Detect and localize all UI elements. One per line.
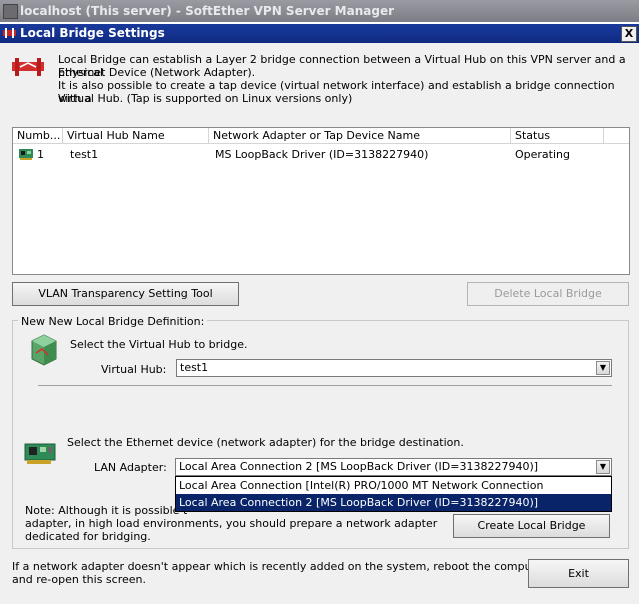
row-status: Operating — [515, 148, 570, 161]
bridge-list[interactable]: Numb... Virtual Hub Name Network Adapter… — [12, 127, 630, 275]
virtual-hub-label: Virtual Hub: — [101, 363, 167, 376]
chevron-down-icon[interactable]: ▼ — [596, 460, 610, 474]
column-header-adapter[interactable]: Network Adapter or Tap Device Name — [209, 128, 511, 144]
chevron-down-icon[interactable]: ▼ — [596, 361, 610, 375]
column-header-hub[interactable]: Virtual Hub Name — [63, 128, 209, 144]
column-header-filler — [604, 128, 629, 144]
device-prompt: Select the Ethernet device (network adap… — [67, 436, 464, 449]
row-hub-name: test1 — [70, 148, 99, 161]
row-adapter-name: MS LoopBack Driver (ID=3138227940) — [215, 148, 429, 161]
hub-prompt: Select the Virtual Hub to bridge. — [70, 338, 248, 351]
outer-window-titlebar: localhost (This server) - SoftEther VPN … — [0, 0, 639, 22]
lan-adapter-option[interactable]: Local Area Connection [Intel(R) PRO/1000… — [176, 477, 611, 509]
lan-adapter-dropdown[interactable]: Local Area Connection [Intel(R) PRO/1000… — [175, 476, 612, 512]
bridge-icon — [3, 28, 16, 38]
description-line-2: Ethernet Device (Network Adapter). — [58, 66, 256, 79]
lan-adapter-option-selected[interactable]: Local Area Connection 2 [MS LoopBack Dri… — [176, 494, 611, 511]
table-row[interactable]: 1 test1 MS LoopBack Driver (ID=313822794… — [13, 146, 629, 163]
row-number: 1 — [37, 148, 44, 161]
note-line-1: Note: Although it is possible t — [25, 504, 188, 517]
network-card-icon — [19, 149, 33, 160]
vlan-transparency-button[interactable]: VLAN Transparency Setting Tool — [12, 282, 239, 306]
column-header-status[interactable]: Status — [511, 128, 604, 144]
virtual-hub-value: test1 — [180, 361, 209, 374]
note-line-3: dedicated for bridging. — [25, 530, 151, 543]
lan-adapter-value: Local Area Connection 2 [MS LoopBack Dri… — [179, 460, 539, 473]
lan-adapter-label: LAN Adapter: — [94, 461, 167, 474]
server-manager-icon — [3, 4, 18, 19]
delete-local-bridge-button[interactable]: Delete Local Bridge — [467, 282, 629, 306]
footer-line-2: and re-open this screen. — [12, 573, 146, 586]
note-line-2: adapter, in high load environments, you … — [25, 517, 438, 530]
dialog-title: Local Bridge Settings — [20, 26, 165, 40]
close-button[interactable]: X — [621, 26, 637, 42]
column-header-number[interactable]: Numb... — [13, 128, 63, 144]
virtual-hub-select[interactable]: test1 ▼ — [176, 359, 612, 377]
description-line-4: Virtual Hub. (Tap is supported on Linux … — [58, 92, 353, 105]
exit-button[interactable]: Exit — [528, 559, 629, 588]
lan-adapter-select[interactable]: Local Area Connection 2 [MS LoopBack Dri… — [175, 458, 612, 476]
footer-line-1: If a network adapter doesn't appear whic… — [12, 560, 548, 573]
virtual-hub-icon — [31, 334, 57, 366]
new-bridge-group-label: New New Local Bridge Definition: — [18, 315, 208, 328]
local-bridge-icon — [12, 58, 44, 76]
network-adapter-icon — [24, 443, 56, 464]
dialog-titlebar: Local Bridge Settings X — [0, 24, 639, 43]
create-local-bridge-button[interactable]: Create Local Bridge — [453, 514, 610, 538]
group-divider — [38, 385, 612, 386]
outer-window-title: localhost (This server) - SoftEther VPN … — [20, 4, 395, 18]
